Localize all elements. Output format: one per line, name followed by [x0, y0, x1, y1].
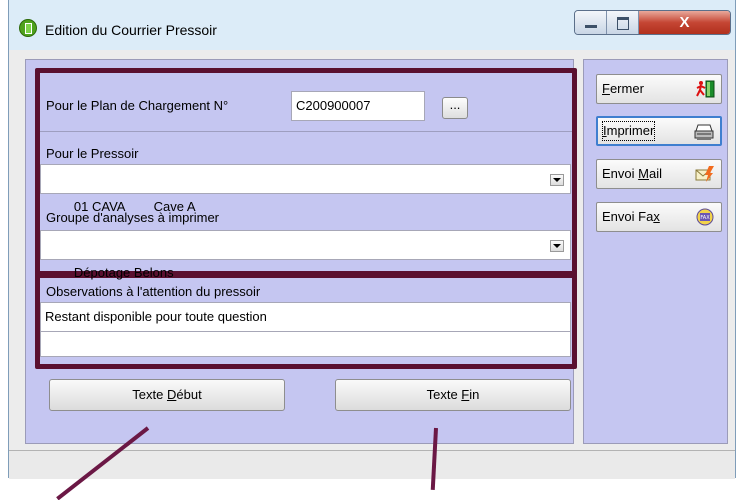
observations-line-1[interactable]: Restant disponible pour toute question	[40, 302, 571, 332]
window-controls: X	[574, 10, 731, 35]
browse-plan-button[interactable]: ...	[442, 97, 468, 119]
plan-number-input[interactable]: C200900007	[291, 91, 425, 121]
analyses-value: Dépotage Belons	[73, 265, 174, 280]
maximize-button[interactable]	[607, 11, 639, 34]
texte-fin-button[interactable]: Texte Fin	[335, 379, 571, 411]
fermer-button[interactable]: Fermer	[596, 74, 722, 104]
observations-label: Observations à l'attention du pressoir	[46, 284, 261, 299]
pressoir-label: Pour le Pressoir	[46, 146, 139, 161]
action-panel: Fermer Imprimer Envoi Mail Envoi Fax FAX	[583, 59, 728, 444]
printer-icon	[694, 124, 714, 140]
analyses-select[interactable]: Dépotage Belons	[40, 230, 571, 280]
plan-label: Pour le Plan de Chargement N°	[46, 98, 229, 113]
mail-icon	[695, 166, 714, 182]
envoi-mail-button[interactable]: Envoi Mail	[596, 159, 722, 189]
chevron-down-icon[interactable]	[550, 240, 564, 252]
texte-debut-button[interactable]: Texte Début	[49, 379, 285, 411]
envoi-fax-button[interactable]: Envoi Fax FAX	[596, 202, 722, 232]
observations-line-2[interactable]	[40, 331, 571, 357]
window-title: Edition du Courrier Pressoir	[45, 22, 217, 38]
exit-icon	[696, 80, 715, 98]
svg-text:FAX: FAX	[700, 215, 710, 221]
analyses-label: Groupe d'analyses à imprimer	[46, 210, 219, 225]
pressoir-select[interactable]: 01 CAVA Cave A	[40, 164, 571, 214]
fax-icon: FAX	[696, 208, 714, 226]
close-button[interactable]: X	[639, 11, 730, 34]
form-panel: Pour le Plan de Chargement N° C200900007…	[25, 59, 577, 444]
separator	[40, 131, 572, 132]
application-window: Edition du Courrier Pressoir X Pour le P…	[8, 0, 736, 479]
window-client-area: Pour le Plan de Chargement N° C200900007…	[9, 50, 735, 479]
status-bar	[9, 450, 735, 479]
minimize-button[interactable]	[575, 11, 607, 34]
app-icon	[19, 19, 37, 37]
title-bar[interactable]: Edition du Courrier Pressoir X	[9, 0, 735, 50]
chevron-down-icon[interactable]	[550, 174, 564, 186]
imprimer-button[interactable]: Imprimer	[596, 116, 722, 146]
